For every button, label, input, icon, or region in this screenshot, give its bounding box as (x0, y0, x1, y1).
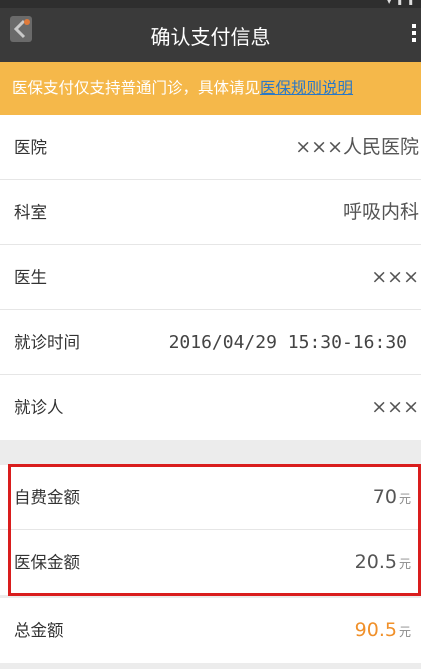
doctor-row: 医生 ××× (0, 245, 421, 310)
hospital-row: 医院 ×××人民医院 (0, 115, 421, 180)
insurance-label: 医保金额 (14, 553, 80, 572)
total-amount: 90.5 元 (355, 598, 411, 665)
patient-label: 就诊人 (14, 398, 64, 417)
total-amount-value: 90.5 (354, 619, 397, 641)
doctor-label: 医生 (14, 268, 47, 287)
self-pay-label: 自费金额 (14, 488, 80, 507)
notice-text: 医保支付仅支持普通门诊，具体请见 (12, 79, 261, 97)
department-value: 呼吸内科 (342, 201, 419, 223)
department-label: 科室 (14, 203, 47, 222)
insurance-amount-value: 20.5 (354, 551, 397, 573)
title-bar: 确认支付信息 (0, 8, 421, 62)
patient-value: ××× (371, 396, 419, 418)
self-pay-row: 自费金额 70 元 (0, 465, 421, 530)
insurance-notice-banner: 医保支付仅支持普通门诊，具体请见医保规则说明 (0, 62, 421, 115)
total-row: 总金额 90.5 元 (0, 598, 421, 663)
hospital-value: ×××人民医院 (295, 136, 419, 158)
total-label: 总金额 (14, 621, 64, 640)
self-pay-amount-value: 70 (372, 486, 397, 508)
status-bar: ▾ ▮ ▮ (0, 0, 421, 8)
doctor-value: ××× (371, 266, 419, 288)
status-icons: ▾ ▮ ▮ (387, 0, 415, 6)
insurance-rules-link[interactable]: 医保规则说明 (260, 79, 353, 97)
department-row: 科室 呼吸内科 (0, 180, 421, 245)
visit-time-value: 2016/04/29 15:30-16:30 (168, 332, 407, 353)
page-title: 确认支付信息 (150, 25, 271, 49)
self-pay-amount: 70 元 (373, 465, 411, 532)
visit-time-row: 就诊时间 2016/04/29 15:30-16:30 (0, 310, 421, 375)
insurance-row: 医保金额 20.5 元 (0, 530, 421, 595)
currency-unit: 元 (398, 625, 411, 639)
patient-row: 就诊人 ××× (0, 375, 421, 440)
visit-time-label: 就诊时间 (14, 333, 80, 352)
more-vertical-icon[interactable] (409, 22, 419, 44)
insurance-amount: 20.5 元 (355, 530, 411, 597)
currency-unit: 元 (398, 492, 411, 506)
currency-unit: 元 (398, 557, 411, 571)
hospital-label: 医院 (14, 138, 47, 157)
